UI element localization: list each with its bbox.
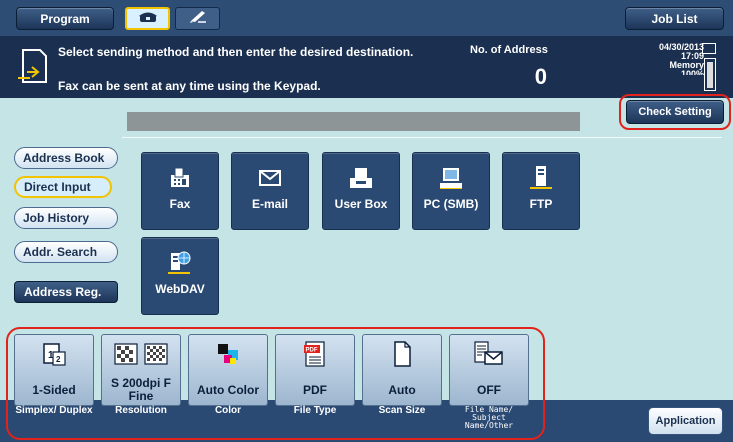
destination-field[interactable]	[127, 112, 580, 131]
direct-input-button[interactable]: Direct Input	[14, 176, 112, 198]
fax-mode-tab[interactable]	[125, 7, 170, 30]
fax-destination-button[interactable]: Fax	[141, 152, 219, 230]
scan-mode-tab[interactable]	[175, 7, 220, 30]
check-setting-button[interactable]: Check Setting	[626, 100, 724, 124]
ftp-icon	[528, 165, 554, 191]
pc-icon	[438, 165, 464, 191]
application-label: Application	[655, 415, 716, 427]
direct-input-label: Direct Input	[24, 180, 91, 194]
send-document-icon	[18, 48, 48, 84]
memory-gauge	[704, 58, 716, 91]
address-reg-button[interactable]: Address Reg.	[14, 281, 118, 303]
address-book-label: Address Book	[23, 151, 105, 165]
webdav-icon	[167, 250, 193, 276]
address-count: 0	[534, 64, 547, 89]
pc-smb-label: PC (SMB)	[423, 197, 479, 211]
email-destination-button[interactable]: E-mail	[231, 152, 309, 230]
address-search-button[interactable]: Addr. Search	[14, 241, 118, 263]
program-label: Program	[40, 11, 90, 26]
printer-status-icon	[702, 43, 716, 54]
memory-value: 100%	[680, 70, 704, 75]
fax-icon	[167, 165, 193, 191]
job-history-button[interactable]: Job History	[14, 207, 118, 229]
webdav-destination-button[interactable]: WebDAV	[141, 237, 219, 315]
user-box-icon	[348, 165, 374, 191]
instruction-text: Select sending method and then enter the…	[58, 45, 414, 59]
telephone-icon	[138, 10, 158, 28]
user-box-destination-button[interactable]: User Box	[322, 152, 400, 230]
memory-label: Memory	[669, 60, 704, 70]
pen-icon	[188, 9, 208, 28]
job-list-button[interactable]: Job List	[625, 7, 724, 30]
job-list-label: Job List	[651, 11, 698, 26]
keypad-hint-text: Fax can be sent at any time using the Ke…	[58, 79, 321, 93]
address-search-label: Addr. Search	[23, 245, 98, 259]
webdav-label: WebDAV	[155, 282, 205, 296]
job-history-label: Job History	[23, 211, 90, 225]
pc-smb-destination-button[interactable]: PC (SMB)	[412, 152, 490, 230]
address-reg-label: Address Reg.	[24, 285, 102, 299]
email-label: E-mail	[251, 197, 288, 211]
settings-highlight	[6, 327, 545, 440]
email-icon	[257, 165, 283, 191]
ftp-label: FTP	[529, 197, 553, 211]
fax-label: Fax	[169, 197, 191, 211]
status-readout: 04/30/2013 17:09 Memory 100%	[626, 43, 704, 76]
address-count-label: No. of Address	[470, 44, 548, 56]
check-setting-label: Check Setting	[638, 106, 712, 118]
application-button[interactable]: Application	[648, 407, 723, 435]
user-box-label: User Box	[334, 197, 388, 211]
address-book-button[interactable]: Address Book	[14, 147, 118, 169]
ftp-destination-button[interactable]: FTP	[502, 152, 580, 230]
program-button[interactable]: Program	[16, 7, 114, 30]
